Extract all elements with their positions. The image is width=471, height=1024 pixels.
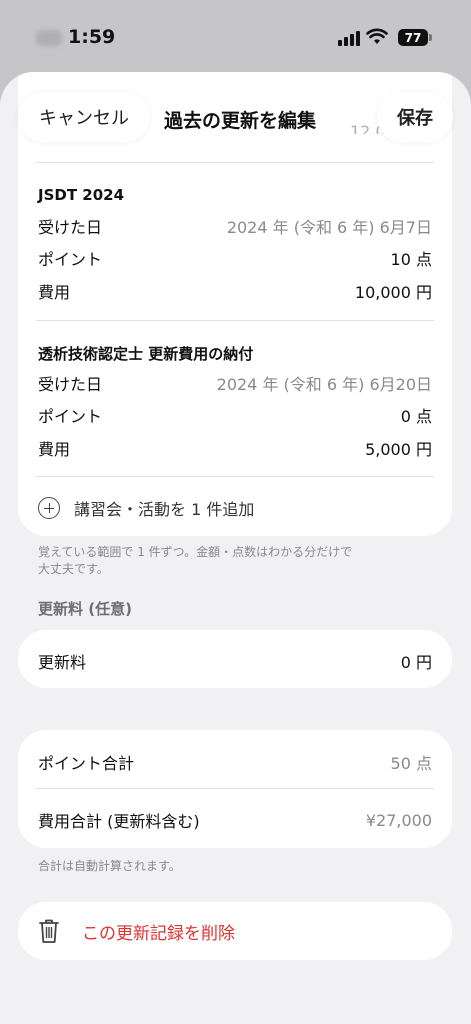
entry-date-row[interactable]: 受けた日 2024 年 (令和 6 年) 6月7日: [38, 214, 432, 238]
delete-record-button[interactable]: この更新記録を削除: [18, 902, 452, 960]
points-total-value: 50 点: [390, 754, 432, 773]
plus-circle-icon: [38, 497, 60, 519]
renewal-fee-card: 更新料 0 円: [18, 630, 452, 688]
add-activity-label: 講習会・活動を 1 件追加: [74, 500, 255, 519]
entry-title[interactable]: 透析技術認定士 更新費用の納付: [38, 343, 253, 364]
date-value[interactable]: 2024 年 (令和 6 年) 6月20日: [217, 371, 432, 395]
date-label: 受けた日: [38, 218, 103, 237]
trash-icon: [39, 919, 59, 943]
activity-list-card: JSDT 2024 受けた日 2024 年 (令和 6 年) 6月7日 ポイント…: [18, 134, 452, 536]
battery-icon: 77: [398, 29, 432, 46]
hint-text-line: 覚えている範囲で 1 件ずつ。金額・点数はわかる分だけで: [38, 545, 353, 559]
points-label: ポイント: [38, 407, 103, 426]
hint-text-line: 大丈夫です。: [38, 562, 109, 576]
divider: [36, 162, 434, 163]
renewal-fee-value[interactable]: 0 円: [401, 649, 432, 673]
date-label: 受けた日: [38, 375, 103, 394]
entry-date-row[interactable]: 受けた日 2024 年 (令和 6 年) 6月20日: [38, 371, 432, 395]
delete-record-label: この更新記録を削除: [82, 923, 235, 944]
cost-total-row: 費用合計 (更新料含む) ¥27,000: [38, 808, 432, 832]
entry-points-row[interactable]: ポイント 0 点: [38, 403, 432, 427]
entry-points-row[interactable]: ポイント 10 点: [38, 246, 432, 270]
cost-total-label: 費用合計 (更新料含む): [38, 812, 200, 831]
cost-label: 費用: [38, 440, 71, 459]
divider: [36, 320, 434, 321]
entry-cost-row[interactable]: 費用 10,000 円: [38, 279, 432, 303]
wifi-icon: [366, 28, 388, 44]
status-bar: 1:59 77: [0, 0, 471, 72]
status-time: 1:59: [68, 26, 116, 48]
page-title: 過去の更新を編集: [164, 110, 317, 132]
points-value[interactable]: 10 点: [391, 246, 432, 270]
totals-note: 合計は自動計算されます。: [38, 859, 181, 873]
edit-sheet: 12,0 JSDT 2024 受けた日 2024 年 (令和 6 年) 6月7日…: [0, 72, 471, 1024]
divider: [36, 788, 434, 789]
cost-label: 費用: [38, 283, 71, 302]
entry-title[interactable]: JSDT 2024: [38, 186, 124, 204]
totals-card: ポイント合計 50 点 費用合計 (更新料含む) ¥27,000: [18, 730, 452, 848]
cost-value[interactable]: 10,000 円: [355, 279, 432, 303]
renewal-fee-section-label: 更新料 (任意): [38, 600, 132, 618]
date-value[interactable]: 2024 年 (令和 6 年) 6月7日: [227, 214, 432, 238]
renewal-fee-row[interactable]: 更新料 0 円: [38, 649, 432, 673]
points-total-row: ポイント合計 50 点: [38, 750, 432, 774]
blurred-notification-icon: [36, 30, 62, 46]
divider: [36, 476, 434, 477]
cost-value[interactable]: 5,000 円: [365, 436, 432, 460]
renewal-fee-label: 更新料: [38, 653, 87, 672]
entry-cost-row[interactable]: 費用 5,000 円: [38, 436, 432, 460]
hint-text: 覚えている範囲で 1 件ずつ。金額・点数はわかる分だけで 大丈夫です。: [38, 544, 352, 578]
points-label: ポイント: [38, 250, 103, 269]
points-value[interactable]: 0 点: [401, 403, 432, 427]
delete-row[interactable]: この更新記録を削除: [18, 902, 452, 960]
cost-total-value: ¥27,000: [365, 810, 432, 830]
screen: 1:59 77 12,0 JSDT 2024 受けた日 2024 年 (令和 6…: [0, 0, 471, 1024]
cancel-button[interactable]: キャンセル: [18, 92, 150, 142]
save-button[interactable]: 保存: [377, 92, 453, 142]
points-total-label: ポイント合計: [38, 754, 135, 773]
add-activity-button[interactable]: 講習会・活動を 1 件追加: [38, 496, 254, 520]
signal-icon: [338, 30, 360, 46]
